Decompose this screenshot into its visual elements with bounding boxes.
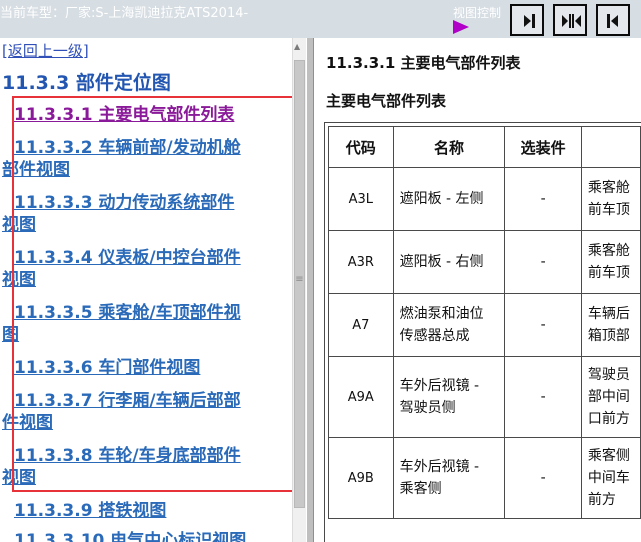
cell-location-line: 箱顶部: [587, 328, 630, 344]
cell-location-line: 前方: [587, 492, 616, 508]
cell-name: 车外后视镜 - 驾驶员侧: [392, 356, 506, 438]
cell-location-line: 前车顶: [587, 202, 630, 218]
table-row: A3L 遮阳板 - 左侧 - 乘客舱前车顶: [328, 167, 641, 231]
column-header-code: 代码: [328, 126, 394, 168]
cell-option: -: [504, 356, 582, 438]
arrow-right-bar-icon: [524, 14, 535, 28]
cell-name: 遮阳板 - 右侧: [392, 230, 506, 294]
cell-code: A3R: [328, 230, 394, 294]
cell-location: 乘客舱 前车顶: [580, 230, 641, 294]
nav-item-instrument-panel-view[interactable]: 11.3.3.4 仪表板/中控台部件 视图: [2, 247, 290, 291]
nav-item-wheel-underbody-view[interactable]: 11.3.3.8 车轮/车身底部部件 视图: [2, 445, 290, 489]
cell-name-line: 燃油泵和油位: [399, 306, 484, 322]
cell-location-line: 乘客舱: [587, 243, 630, 259]
nav-scrollbar[interactable]: ▲ ≡: [292, 38, 306, 542]
grip-icon: ≡: [295, 274, 304, 285]
nav-item-electrical-center-view[interactable]: 11.3.3.10 电气中心标识视图: [2, 530, 290, 542]
cell-name-line: 遮阳板 - 左侧: [399, 191, 484, 207]
nav-item-label-cont: 图: [2, 325, 19, 345]
cell-location: 乘客舱 前车顶: [580, 167, 641, 231]
cell-option: -: [504, 230, 582, 294]
table-row: A9B 车外后视镜 - 乘客侧 - 乘客侧 中间车 前方: [328, 437, 641, 519]
cell-location-line: 部中间: [587, 389, 630, 405]
cell-location-line: 乘客侧: [587, 448, 630, 464]
arrow-left-bar-icon: [607, 14, 618, 28]
cell-location-line: 乘客舱: [587, 180, 630, 196]
split-view-button[interactable]: [553, 4, 587, 36]
top-header-bar: 当前车型：厂家:S-上海凯迪拉克ATS2014- 视图控制: [0, 0, 641, 38]
cell-name-line: 乘客侧: [399, 481, 442, 497]
scroll-thumb[interactable]: ≡: [294, 60, 305, 508]
arrows-inward-icon: [562, 14, 581, 28]
nav-item-label: 11.3.3.8 车轮/车身底部部件: [14, 446, 241, 466]
collapse-right-button[interactable]: [596, 4, 630, 36]
cell-location-line: 口前方: [587, 411, 630, 427]
cell-name-line: 车外后视镜 -: [399, 378, 480, 394]
play-triangle-icon[interactable]: [453, 20, 469, 34]
table-row: A9A 车外后视镜 - 驾驶员侧 - 驾驶员部中间口前方: [328, 356, 641, 438]
nav-item-main-electrical-parts[interactable]: 11.3.3.1 主要电气部件列表: [2, 104, 290, 126]
view-control-label: 视图控制: [453, 6, 502, 20]
cell-name: 遮阳板 - 左侧: [392, 167, 506, 231]
cell-location-line: 车辆后: [587, 306, 630, 322]
collapse-left-button[interactable]: [510, 4, 544, 36]
nav-item-label: 11.3.3.7 行李厢/车辆后部部: [14, 391, 241, 411]
cell-code: A3L: [328, 167, 394, 231]
section-title: 11.3.3 部件定位图: [2, 72, 171, 94]
scroll-up-icon[interactable]: ▲: [294, 42, 300, 51]
cell-location-line: 驾驶员: [587, 367, 630, 383]
cell-location: 车辆后 箱顶部: [580, 293, 641, 357]
cell-location-line: 前车顶: [587, 265, 630, 281]
current-vehicle-label: 当前车型：厂家:S-上海凯迪拉克ATS2014-: [0, 6, 249, 21]
cell-name-line: 传感器总成: [399, 328, 470, 344]
table-header-row: 代码 名称 选装件: [328, 126, 641, 168]
content-subheading: 主要电气部件列表: [326, 92, 447, 110]
column-header-location: [580, 126, 641, 168]
cell-name: 车外后视镜 - 乘客侧: [392, 437, 506, 519]
parts-table: 代码 名称 选装件 A3L 遮阳板 - 左侧 - 乘客舱 前车顶 A3R 遮阳板 …: [328, 126, 641, 519]
cell-option: -: [504, 437, 582, 519]
nav-item-label-cont: 视图: [2, 270, 36, 290]
nav-item-label: 11.3.3.3 动力传动系统部件: [14, 193, 235, 213]
nav-item-label-cont: 部件视图: [2, 160, 70, 180]
cell-name-line: 遮阳板 - 右侧: [399, 254, 484, 270]
nav-item-label: 11.3.3.10 电气中心标识视图: [14, 531, 247, 542]
nav-item-ground-view[interactable]: 11.3.3.9 搭铁视图: [2, 500, 290, 522]
nav-item-label: 11.3.3.2 车辆前部/发动机舱: [14, 138, 241, 158]
nav-item-trunk-rear-view[interactable]: 11.3.3.7 行李厢/车辆后部部 件视图: [2, 390, 290, 434]
nav-item-passenger-roof-view[interactable]: 11.3.3.5 乘客舱/车顶部件视 图: [2, 302, 290, 346]
content-heading: 11.3.3.1 主要电气部件列表: [326, 54, 521, 72]
cell-code: A9B: [328, 437, 394, 519]
column-header-option: 选装件: [504, 126, 582, 168]
cell-option: -: [504, 293, 582, 357]
nav-item-label-cont: 件视图: [2, 413, 53, 433]
cell-name-line: 驾驶员侧: [399, 400, 456, 416]
cell-code: A7: [328, 293, 394, 357]
nav-item-door-view[interactable]: 11.3.3.6 车门部件视图: [2, 357, 290, 379]
cell-location: 驾驶员 部中间 口前方: [580, 356, 641, 438]
nav-item-label: 11.3.3.6 车门部件视图: [14, 358, 201, 378]
nav-item-front-engine-view[interactable]: 11.3.3.2 车辆前部/发动机舱 部件视图: [2, 137, 290, 181]
nav-item-label: 11.3.3.9 搭铁视图: [14, 501, 167, 521]
navigation-panel: [返回上一级] 11.3.3 部件定位图 11.3.3.1 主要电气部件列表 1…: [0, 38, 292, 542]
cell-location-line: 中间车: [587, 470, 630, 486]
cell-location: 乘客侧 中间车 前方: [580, 437, 641, 519]
table-row: A3R 遮阳板 - 右侧 - 乘客舱前车顶: [328, 230, 641, 294]
content-panel: 11.3.3.1 主要电气部件列表 主要电气部件列表 代码 名称 选装件 A3L…: [314, 38, 641, 542]
nav-item-label-cont: 视图: [2, 215, 36, 235]
cell-name-line: 车外后视镜 -: [399, 459, 480, 475]
nav-item-label: 11.3.3.4 仪表板/中控台部件: [14, 248, 241, 268]
cell-option: -: [504, 167, 582, 231]
nav-item-label-cont: 视图: [2, 468, 36, 488]
cell-name: 燃油泵和油位 传感器总成: [392, 293, 506, 357]
nav-item-label: 11.3.3.5 乘客舱/车顶部件视: [14, 303, 241, 323]
table-row: A7 燃油泵和油位 传感器总成 - 车辆后箱顶部: [328, 293, 641, 357]
nav-item-powertrain-view[interactable]: 11.3.3.3 动力传动系统部件 视图: [2, 192, 290, 236]
back-link[interactable]: [返回上一级]: [2, 40, 89, 61]
nav-item-label: 11.3.3.1 主要电气部件列表: [14, 105, 235, 125]
cell-code: A9A: [328, 356, 394, 438]
column-header-name: 名称: [392, 126, 506, 168]
